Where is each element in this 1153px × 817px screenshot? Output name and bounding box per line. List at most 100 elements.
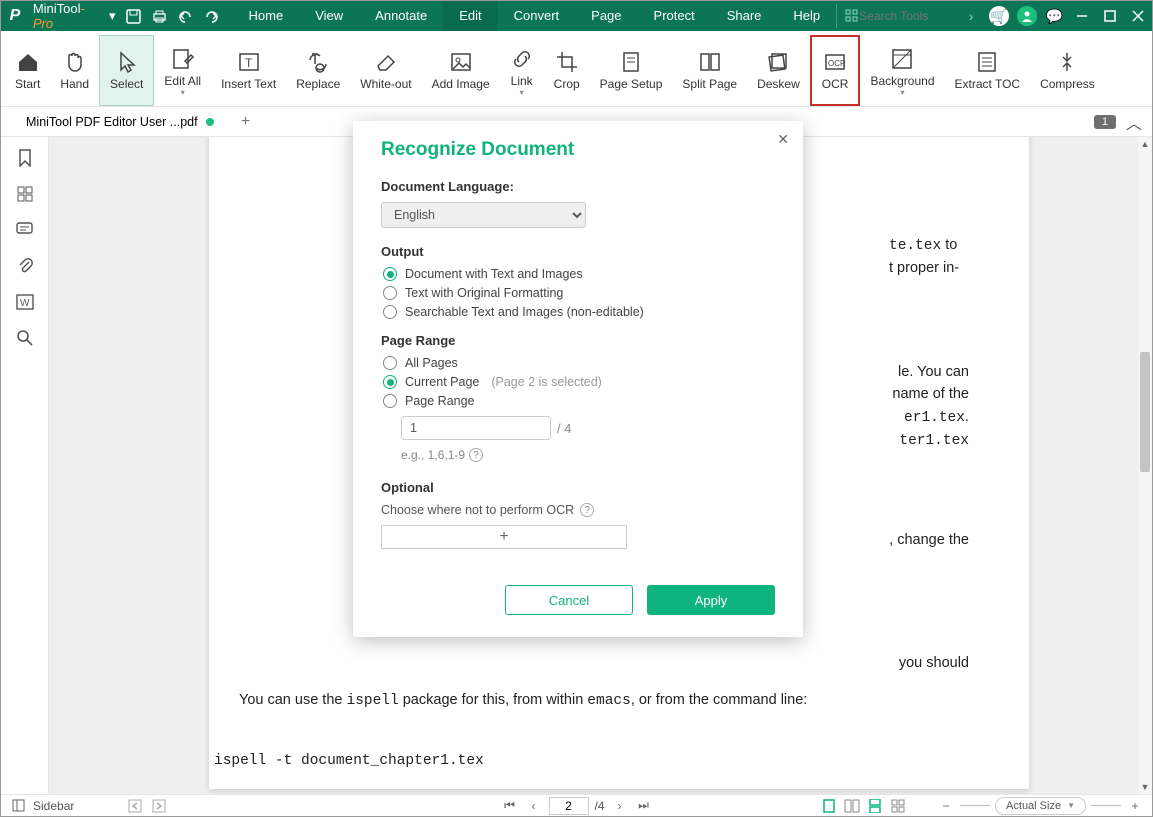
sidebar-toggle-icon[interactable] xyxy=(9,797,27,815)
ribbon-compress[interactable]: Compress xyxy=(1030,35,1105,106)
next-page-icon[interactable]: › xyxy=(611,797,629,815)
page-range-input[interactable] xyxy=(401,416,551,440)
radio-icon xyxy=(383,305,397,319)
cart-icon[interactable]: 🛒 xyxy=(985,1,1013,31)
page-badge: 1 xyxy=(1094,115,1116,129)
ribbon-extract-toc[interactable]: Extract TOC xyxy=(945,35,1031,106)
grid-icon xyxy=(845,9,859,23)
range-custom[interactable]: Page Range xyxy=(383,394,775,408)
menu-annotate[interactable]: Annotate xyxy=(359,1,443,31)
attachment-icon[interactable] xyxy=(14,255,36,277)
minimize-icon[interactable] xyxy=(1069,1,1097,31)
ribbon-background[interactable]: Background▾ xyxy=(860,35,944,106)
page-input[interactable] xyxy=(548,797,588,815)
view-double-icon[interactable] xyxy=(843,797,861,815)
ribbon-select[interactable]: Select xyxy=(99,35,154,106)
print-icon[interactable] xyxy=(147,1,173,31)
redo-icon[interactable] xyxy=(199,1,225,31)
menu-page[interactable]: Page xyxy=(575,1,637,31)
ribbon: StartHandSelectEdit All▾TInsert TextRepl… xyxy=(1,31,1152,107)
add-exclusion-button[interactable]: + xyxy=(381,525,627,549)
ribbon-page-setup[interactable]: Page Setup xyxy=(590,35,673,106)
compress-icon xyxy=(1055,50,1079,74)
menu-view[interactable]: View xyxy=(299,1,359,31)
search-tools[interactable] xyxy=(836,4,957,28)
word-icon[interactable]: W xyxy=(14,291,36,313)
close-icon[interactable] xyxy=(1124,1,1152,31)
nav-forward-icon[interactable] xyxy=(150,797,168,815)
search-icon[interactable] xyxy=(14,327,36,349)
menu-share[interactable]: Share xyxy=(711,1,778,31)
ribbon-add-image[interactable]: Add Image xyxy=(422,35,500,106)
range-current[interactable]: Current Page(Page 2 is selected) xyxy=(383,375,775,389)
left-panel: W xyxy=(1,137,49,794)
user-icon[interactable] xyxy=(1013,1,1041,31)
output-option-0[interactable]: Document with Text and Images xyxy=(383,267,775,281)
page-range-total: / 4 xyxy=(557,421,571,436)
help-icon[interactable]: ? xyxy=(469,448,483,462)
view-grid-icon[interactable] xyxy=(889,797,907,815)
dialog-close-icon[interactable]: ✕ xyxy=(777,131,789,148)
zoom-select[interactable]: Actual Size▼ xyxy=(995,797,1086,815)
home-icon xyxy=(16,50,40,74)
cancel-button[interactable]: Cancel xyxy=(505,585,633,615)
save-icon[interactable] xyxy=(121,1,147,31)
doc-language-select[interactable]: English xyxy=(381,202,586,228)
menu-help[interactable]: Help xyxy=(777,1,836,31)
new-tab-button[interactable]: + xyxy=(233,109,259,135)
menu-home[interactable]: Home xyxy=(233,1,300,31)
replace-icon xyxy=(306,50,330,74)
zoom-out-icon[interactable]: − xyxy=(937,797,955,815)
ribbon-ocr[interactable]: OCROCR xyxy=(810,35,861,106)
vertical-scrollbar[interactable]: ▲ ▼ xyxy=(1138,137,1152,794)
last-page-icon[interactable]: ⏭ xyxy=(635,797,653,815)
output-option-1[interactable]: Text with Original Formatting xyxy=(383,286,775,300)
chevron-right-icon[interactable]: › xyxy=(957,1,985,31)
message-icon[interactable]: 💬 xyxy=(1041,1,1069,31)
comments-icon[interactable] xyxy=(14,219,36,241)
zoom-in-icon[interactable]: + xyxy=(1126,797,1144,815)
first-page-icon[interactable]: ⏮ xyxy=(500,797,518,815)
scroll-thumb[interactable] xyxy=(1140,352,1150,472)
deskew-icon xyxy=(766,50,790,74)
search-input[interactable] xyxy=(859,9,949,23)
titlebar-dropdown[interactable]: ▾ xyxy=(104,1,121,31)
background-icon xyxy=(890,47,914,71)
scroll-up-icon[interactable]: ▲ xyxy=(1138,137,1152,151)
range-all[interactable]: All Pages xyxy=(383,356,775,370)
toc-icon xyxy=(975,50,999,74)
app-logo: P xyxy=(1,1,29,31)
ribbon-replace[interactable]: Replace xyxy=(286,35,350,106)
page-nav: ⏮ ‹ /4 › ⏭ xyxy=(500,797,652,815)
menu-protect[interactable]: Protect xyxy=(638,1,711,31)
radio-icon xyxy=(383,394,397,408)
help-icon[interactable]: ? xyxy=(580,503,594,517)
ribbon-link[interactable]: Link▾ xyxy=(500,35,544,106)
ribbon-hand[interactable]: Hand xyxy=(50,35,99,106)
output-option-2[interactable]: Searchable Text and Images (non-editable… xyxy=(383,305,775,319)
menu-edit[interactable]: Edit xyxy=(443,1,497,31)
scroll-down-icon[interactable]: ▼ xyxy=(1138,780,1152,794)
cursor-icon xyxy=(115,50,139,74)
ribbon-split-page[interactable]: Split Page xyxy=(672,35,747,106)
prev-page-icon[interactable]: ‹ xyxy=(524,797,542,815)
view-continuous-icon[interactable] xyxy=(866,797,884,815)
ribbon-deskew[interactable]: Deskew xyxy=(747,35,810,106)
ribbon-crop[interactable]: Crop xyxy=(544,35,590,106)
maximize-icon[interactable] xyxy=(1096,1,1124,31)
ribbon-edit-all[interactable]: Edit All▾ xyxy=(154,35,211,106)
document-tab[interactable]: MiniTool PDF Editor User ...pdf xyxy=(11,109,229,135)
ribbon-insert-text[interactable]: TInsert Text xyxy=(211,35,286,106)
thumbnails-icon[interactable] xyxy=(14,183,36,205)
menu-convert[interactable]: Convert xyxy=(498,1,576,31)
bookmark-icon[interactable] xyxy=(14,147,36,169)
ribbon-start[interactable]: Start xyxy=(5,35,50,106)
apply-button[interactable]: Apply xyxy=(647,585,775,615)
ribbon-white-out[interactable]: White-out xyxy=(350,35,421,106)
page-setup-icon xyxy=(619,50,643,74)
nav-back-icon[interactable] xyxy=(126,797,144,815)
undo-icon[interactable] xyxy=(173,1,199,31)
radio-icon xyxy=(383,356,397,370)
collapse-ribbon-icon[interactable]: ︿ xyxy=(1122,110,1146,134)
view-single-icon[interactable] xyxy=(820,797,838,815)
